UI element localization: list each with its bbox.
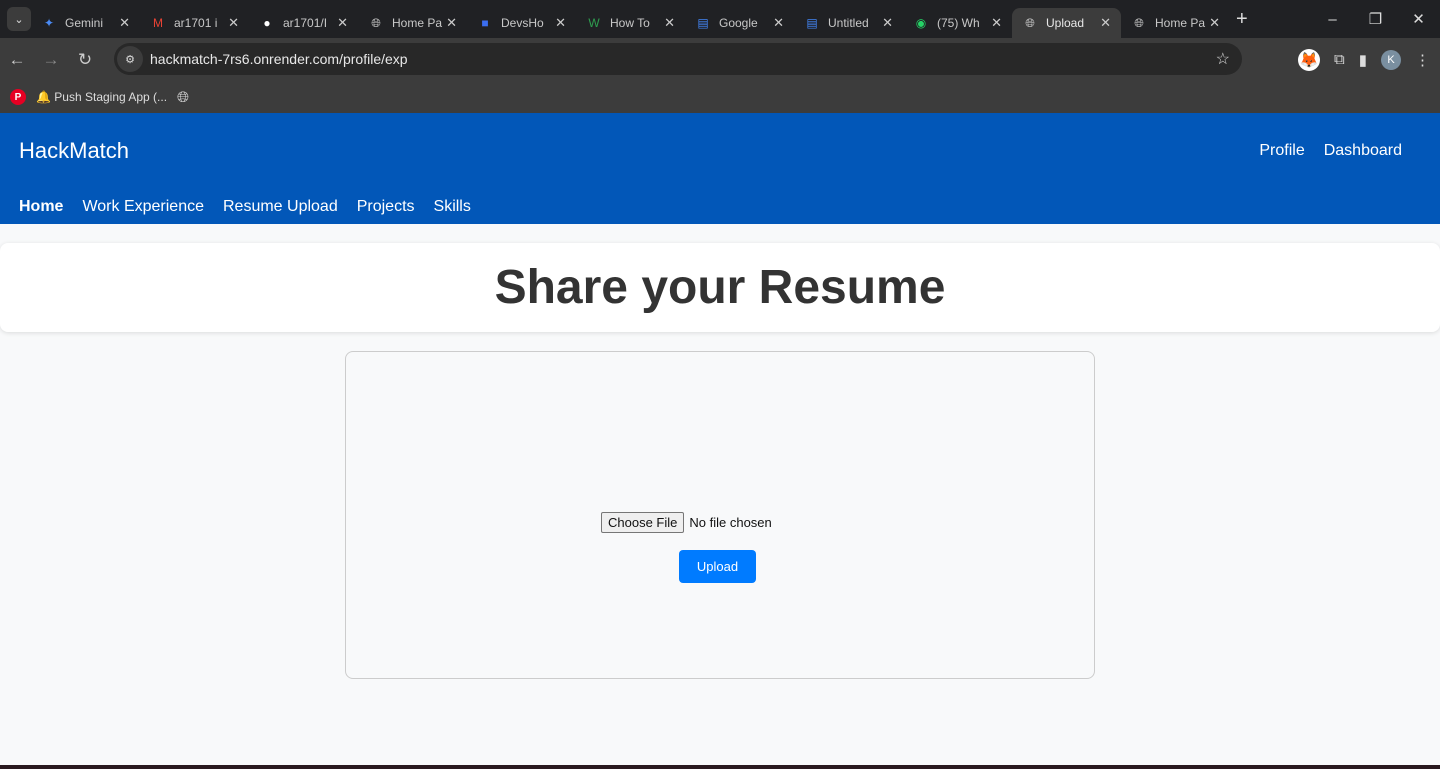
close-tab-icon[interactable]: ✕	[446, 15, 457, 31]
tab-title: Upload	[1046, 16, 1085, 30]
tab-4[interactable]: ■ DevsHo ✕	[467, 8, 576, 38]
globe-icon: 🌐︎	[1134, 15, 1144, 30]
choose-file-button[interactable]: Choose File	[601, 512, 685, 533]
file-status: No file chosen	[689, 515, 772, 530]
google-docs-icon: ▤	[697, 16, 709, 30]
bell-icon: 🔔	[36, 90, 51, 104]
tab-title: ar1701/I	[283, 16, 328, 30]
whatsapp-icon: ◉	[915, 16, 927, 30]
close-tab-icon[interactable]: ✕	[555, 15, 566, 31]
tab-bar: ⌄ ✦ Gemini ✕ Mar1701 i ✕ ● ar1701/I ✕ 🌐︎ Home Pa ✕…	[0, 0, 1440, 38]
window-controls: – ❐ ✕	[1311, 0, 1440, 38]
close-tab-icon[interactable]: ✕	[228, 15, 239, 31]
wikihow-icon: W	[588, 16, 600, 30]
close-tab-icon[interactable]: ✕	[773, 15, 784, 31]
url-text[interactable]: hackmatch-7rs6.onrender.com/profile/exp	[150, 51, 408, 67]
close-tab-icon[interactable]: ✕	[991, 15, 1002, 31]
bookmark-star-icon[interactable]: ☆	[1216, 49, 1230, 69]
tab-title: ar1701 i	[174, 16, 218, 30]
tab-9[interactable]: 🌐︎ Upload ✕	[1012, 8, 1121, 38]
forward-icon[interactable]: →	[34, 50, 68, 70]
close-tab-icon[interactable]: ✕	[1100, 15, 1111, 31]
close-window-icon[interactable]: ✕	[1397, 10, 1440, 28]
nav-work-experience[interactable]: Work Experience	[82, 198, 204, 216]
minimize-icon[interactable]: –	[1311, 11, 1354, 28]
nav-skills[interactable]: Skills	[434, 198, 471, 216]
tab-5[interactable]: W How To ✕	[576, 8, 685, 38]
address-bar[interactable]: ⚙ hackmatch-7rs6.onrender.com/profile/ex…	[114, 43, 1242, 75]
tab-title: DevsHo	[501, 16, 544, 30]
profile-avatar[interactable]: K	[1381, 49, 1401, 70]
brand-logo[interactable]: HackMatch	[19, 138, 129, 164]
close-tab-icon[interactable]: ✕	[119, 15, 130, 31]
menu-icon[interactable]: ⋮	[1415, 51, 1430, 69]
extensions-icon[interactable]: ⧉	[1334, 51, 1345, 68]
restore-icon[interactable]: ❐	[1354, 10, 1397, 28]
nav-home[interactable]: Home	[19, 198, 63, 216]
pinterest-icon[interactable]: P	[10, 89, 26, 105]
nav-profile[interactable]: Profile	[1259, 142, 1304, 160]
google-docs-icon: ▤	[806, 16, 818, 30]
tab-1[interactable]: Mar1701 i ✕	[140, 8, 249, 38]
tab-title: Home Pa	[392, 16, 443, 30]
upload-button[interactable]: Upload	[679, 550, 756, 583]
side-panel-icon[interactable]: ▮	[1359, 51, 1367, 69]
new-tab-button[interactable]: +	[1236, 8, 1248, 31]
upload-card: Choose File No file chosen Upload	[345, 351, 1095, 679]
site-header: HackMatch Profile Dashboard Home Work Ex…	[0, 113, 1440, 224]
site-info-icon[interactable]: ⚙	[117, 46, 143, 72]
gemini-icon: ✦	[43, 16, 55, 30]
globe-icon: 🌐︎	[371, 15, 381, 30]
tab-title: Home Pa	[1155, 16, 1206, 30]
tab-6[interactable]: ▤ Google ✕	[685, 8, 794, 38]
tab-title: Google	[719, 16, 758, 30]
tab-title: Untitled	[828, 16, 869, 30]
title-card: Share your Resume	[0, 243, 1440, 332]
gmail-icon: M	[153, 16, 163, 30]
nav-projects[interactable]: Projects	[357, 198, 415, 216]
github-icon: ●	[263, 16, 271, 30]
tab-0[interactable]: ✦ Gemini ✕	[31, 8, 140, 38]
tab-10[interactable]: 🌐︎ Home Pa ✕	[1121, 8, 1230, 38]
globe-icon[interactable]: 🌐︎	[177, 89, 189, 106]
metamask-icon[interactable]: 🦊	[1298, 48, 1321, 71]
tab-8[interactable]: ◉ (75) Wh ✕	[903, 8, 1012, 38]
devshouse-icon: ■	[481, 16, 489, 30]
bookmark-push-staging[interactable]: 🔔 Push Staging App (...	[36, 90, 167, 104]
tab-title: (75) Wh	[937, 16, 980, 30]
bottom-edge	[0, 765, 1440, 769]
close-tab-icon[interactable]: ✕	[1209, 15, 1220, 31]
close-tab-icon[interactable]: ✕	[882, 15, 893, 31]
browser-toolbar: ← → ↻ ⚙ hackmatch-7rs6.onrender.com/prof…	[0, 38, 1440, 81]
file-input[interactable]: Choose File No file chosen	[601, 512, 772, 533]
nav-resume-upload[interactable]: Resume Upload	[223, 198, 338, 216]
tab-title: Gemini	[65, 16, 104, 30]
nav-dashboard[interactable]: Dashboard	[1324, 142, 1402, 160]
tab-7[interactable]: ▤ Untitled ✕	[794, 8, 903, 38]
bookmarks-bar: P 🔔 Push Staging App (... 🌐︎	[0, 81, 1440, 113]
reload-icon[interactable]: ↻	[68, 50, 102, 70]
tabs: ✦ Gemini ✕ Mar1701 i ✕ ● ar1701/I ✕ 🌐︎ Home Pa ✕ ■ D…	[31, 0, 1230, 38]
tab-3[interactable]: 🌐︎ Home Pa ✕	[358, 8, 467, 38]
globe-icon: 🌐︎	[1025, 15, 1035, 30]
tab-title: How To	[610, 16, 650, 30]
page-title: Share your Resume	[494, 261, 946, 314]
tab-2[interactable]: ● ar1701/I ✕	[249, 8, 358, 38]
close-tab-icon[interactable]: ✕	[664, 15, 675, 31]
close-tab-icon[interactable]: ✕	[337, 15, 348, 31]
back-icon[interactable]: ←	[0, 50, 34, 70]
tab-search-button[interactable]: ⌄	[7, 7, 31, 31]
